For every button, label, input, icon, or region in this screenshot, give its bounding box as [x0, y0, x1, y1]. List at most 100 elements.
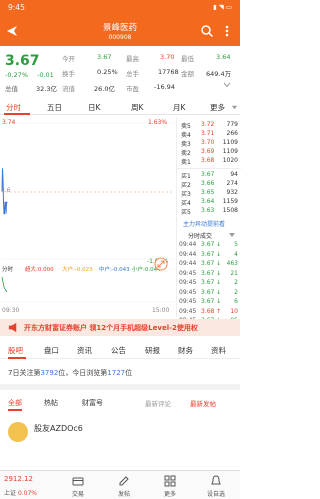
post-label: 发帖	[117, 491, 130, 498]
trade-price: 3.67	[201, 288, 215, 296]
tab-intraday[interactable]: 分时	[6, 102, 21, 113]
index-change: 0.07%	[17, 490, 37, 497]
tab-all-posts[interactable]: 全部	[8, 398, 22, 408]
pct-top-label: 1.63%	[148, 119, 168, 126]
tab-hot-posts[interactable]: 热帖	[44, 398, 58, 408]
volume-value: 17768	[158, 68, 179, 76]
status-icons: ▮ ◥ ▭	[213, 3, 232, 11]
trade-button[interactable]: 交易	[58, 471, 98, 499]
sell-volume: 1109	[222, 139, 238, 146]
trade-volume: 4	[234, 250, 238, 258]
buy-label: 买4	[181, 200, 191, 207]
fullscreen-icon[interactable]	[154, 257, 168, 271]
tab-handicap[interactable]: 盘口	[44, 345, 59, 356]
intraday-chart-svg	[0, 117, 176, 317]
trade-row: 09:44 3.67 ↓ 5	[177, 241, 241, 251]
sell-price: 3.72	[201, 121, 215, 128]
flow-label-prefix: 分时	[2, 267, 14, 273]
trade-price: 3.67	[201, 269, 215, 277]
high-label: 最高	[126, 55, 139, 63]
sell-row-5: 卖5 3.72 779	[177, 121, 241, 130]
tab-more[interactable]: 更多	[210, 102, 225, 113]
sell-volume: 1109	[222, 148, 238, 155]
megaphone-icon	[8, 322, 17, 333]
buy-volume: 1508	[222, 207, 238, 214]
search-icon[interactable]	[200, 24, 214, 38]
tab-wealth-posts[interactable]: 财富号	[82, 398, 103, 408]
price-top-label: 3.74	[2, 119, 16, 126]
trade-row: 09:44 3.67 ↓ 4	[177, 251, 241, 261]
tab-research[interactable]: 研报	[145, 345, 160, 356]
index-ticker[interactable]: 2912.12 上证 0.07%	[0, 471, 52, 499]
total-value-label: 总值	[5, 85, 18, 93]
tab-five-day[interactable]: 五日	[47, 102, 62, 113]
more-icon	[164, 475, 176, 487]
follow-mid: 位，今日浏览第	[58, 369, 108, 377]
buy-volume: 1159	[222, 198, 238, 205]
trade-direction: ↓	[216, 269, 222, 277]
tab-daily-k[interactable]: 日K	[88, 102, 100, 113]
sort-latest-post[interactable]: 最新发帖	[190, 398, 216, 408]
trade-volume: 21	[230, 269, 238, 277]
buy-row-1: 买1 3.67 94	[177, 171, 241, 180]
tick-trades-label[interactable]: 分时成交	[188, 231, 212, 240]
trade-direction: ↓	[216, 250, 222, 258]
buy-volume: 932	[226, 189, 238, 196]
back-icon[interactable]	[5, 24, 19, 38]
flow-label-medium: 中户:-0.043	[99, 267, 130, 273]
post-button[interactable]: 发帖	[104, 471, 144, 499]
more-button[interactable]: 更多	[150, 471, 190, 499]
sell-price: 3.70	[201, 139, 215, 146]
sort-latest-reply[interactable]: 最新评论	[145, 398, 171, 408]
add-watchlist-button[interactable]: 设自选	[196, 471, 236, 499]
intraday-chart[interactable]: 3.74 1.63% -1.63% 3.6 分时 超大:0.000 大户:-0.…	[0, 117, 176, 317]
sell-row-2: 卖2 3.69 1109	[177, 148, 241, 157]
trade-time: 09:44	[179, 241, 197, 248]
promo-banner[interactable]: 开东方财富证券账户 领12个月手机超级Level-2使用权	[0, 319, 240, 336]
tab-weekly-k[interactable]: 周K	[131, 102, 143, 113]
buy-row-4: 买4 3.64 1159	[177, 198, 241, 207]
trade-price: 3.67	[201, 260, 215, 267]
chevron-down-icon[interactable]	[222, 80, 232, 90]
tab-monthly-k[interactable]: 月K	[173, 102, 185, 113]
trade-direction: ↓	[216, 241, 222, 248]
amount-label: 金额	[181, 70, 194, 78]
trade-time: 09:45	[179, 307, 197, 315]
trade-row: 09:45 3.67 ↓ 21	[177, 270, 241, 280]
trade-row: 09:45 3.67 ↓ 2	[177, 279, 241, 289]
current-price: 3.67	[5, 53, 40, 69]
more-icon[interactable]	[220, 24, 234, 38]
follow-rank: 3792	[40, 369, 59, 377]
change-amount: -0.01	[37, 71, 54, 79]
post-item[interactable]: 股友AZDOc6	[0, 418, 240, 458]
bottom-toolbar: 2912.12 上证 0.07% 交易 发帖 更多 设自选	[0, 470, 240, 499]
float-value: 26.0亿	[94, 85, 115, 93]
follow-rank-line: 7日关注第3792位，今日浏览第1727位	[8, 368, 132, 378]
time-end-label: 15:00	[152, 307, 170, 314]
trade-label: 交易	[71, 491, 84, 498]
chevron-down-icon	[229, 233, 235, 237]
avatar[interactable]	[8, 422, 28, 442]
alert-icon	[211, 475, 221, 485]
app-header: 9:45 ▮ ◥ ▭ 景峰医药 000908	[0, 0, 240, 46]
tab-profile[interactable]: 资料	[211, 345, 226, 356]
tab-news[interactable]: 资讯	[77, 345, 92, 356]
section-tab-underline	[8, 357, 26, 359]
trade-volume: 5	[234, 241, 238, 248]
post-username[interactable]: 股友AZDOc6	[34, 423, 83, 434]
tab-forum[interactable]: 股吧	[8, 345, 23, 356]
trade-direction: ↓	[216, 288, 222, 296]
tab-announcements[interactable]: 公告	[111, 345, 126, 356]
chevron-down-icon	[231, 105, 238, 110]
open-label: 今开	[62, 55, 75, 63]
low-label: 最低	[181, 55, 194, 63]
index-price: 2912.12	[4, 475, 33, 483]
time-start-label: 09:30	[2, 307, 20, 314]
sell-price: 3.69	[201, 148, 215, 155]
post-tab-underline	[8, 409, 22, 411]
tab-finance[interactable]: 财务	[178, 345, 193, 356]
turnover-rate-value: 0.25%	[97, 68, 118, 76]
main-force-link[interactable]: 主力异动提前看	[183, 219, 225, 228]
trade-time: 09:44	[179, 260, 197, 267]
sell-volume: 1020	[222, 157, 238, 164]
